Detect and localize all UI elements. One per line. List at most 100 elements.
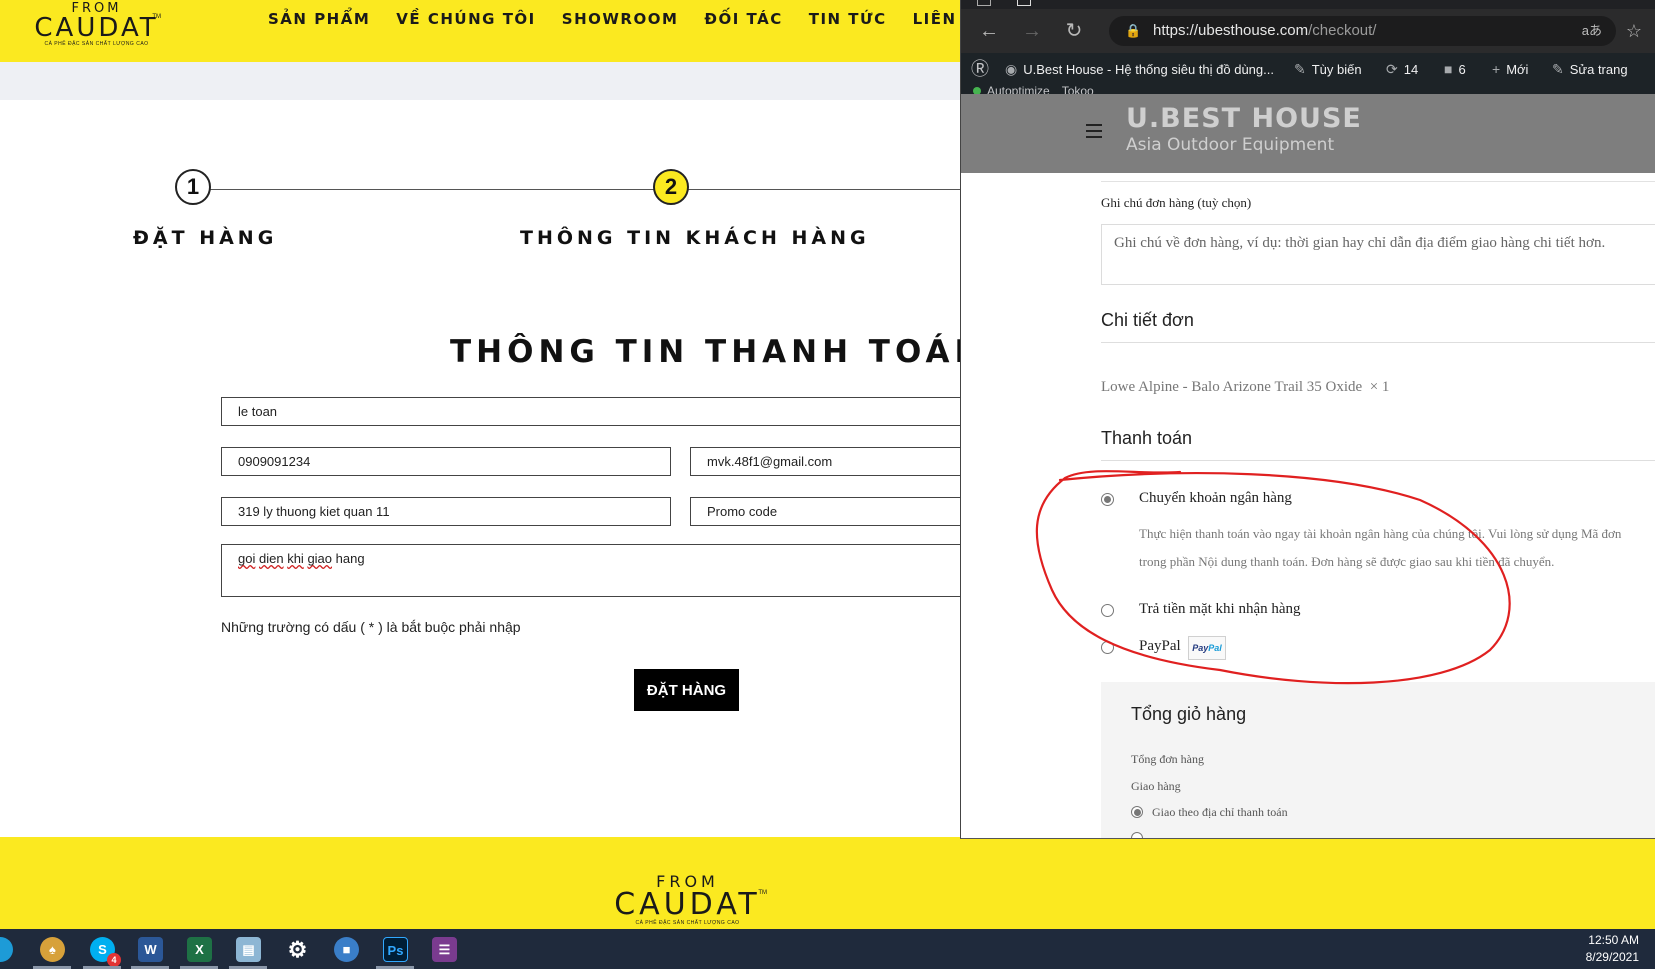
- skype-badge: 4: [107, 953, 121, 967]
- shipping-option-label[interactable]: Giao theo địa chỉ thanh toán: [1152, 805, 1288, 820]
- paypal-logo: PayPal: [1188, 636, 1226, 660]
- logo-tm: TM: [152, 14, 161, 20]
- taskbar: ♠ S4 W X ▤ ⚙ ■ Ps ☰ 12:50 AM 8/29/2021: [0, 929, 1655, 969]
- winrar-icon[interactable]: ☰: [432, 937, 457, 962]
- note-word-1: goi: [238, 551, 256, 566]
- promo-code-field[interactable]: Promo code: [690, 497, 980, 526]
- bank-desc-line-1: Thực hiện thanh toán vào ngay tài khoản …: [1139, 526, 1622, 541]
- nav-about[interactable]: VỀ CHÚNG TÔI: [383, 10, 548, 28]
- nav-products[interactable]: SẢN PHẨM: [268, 10, 383, 28]
- remote-icon[interactable]: ■: [334, 937, 359, 962]
- skype-icon[interactable]: S4: [90, 937, 121, 967]
- cod-radio[interactable]: [1101, 604, 1114, 617]
- pencil-icon: ✎: [1552, 61, 1564, 77]
- paint-icon[interactable]: ♠: [40, 937, 65, 962]
- page-banner: [0, 62, 960, 100]
- order-notes-label: Ghi chú đơn hàng (tuỳ chọn): [1101, 195, 1252, 210]
- caudat-logo[interactable]: FROM CAUDAT CÀ PHÊ ĐẶC SẢN CHẤT LƯỢNG CA…: [34, 2, 161, 47]
- divider: [1101, 460, 1655, 461]
- nav-showroom[interactable]: SHOWROOM: [549, 10, 692, 28]
- step-1-circle: 1: [175, 169, 211, 205]
- browser-toolbar: ← → ↻ 🔒 https://ubesthouse.com/checkout/ …: [961, 9, 1655, 53]
- nav-news[interactable]: TIN TỨC: [796, 10, 900, 28]
- step-progress-line: [196, 189, 960, 190]
- dashboard-icon: ◉: [1005, 61, 1018, 77]
- lock-icon[interactable]: 🔒: [1125, 16, 1141, 46]
- paypal-logo-b: Pal: [1208, 643, 1222, 653]
- read-aloud-icon[interactable]: aあ: [1582, 16, 1602, 46]
- wp-comments[interactable]: ■ 6: [1444, 53, 1466, 85]
- cod-label[interactable]: Trả tiền mặt khi nhận hàng: [1139, 601, 1301, 618]
- word-icon[interactable]: W: [138, 937, 163, 962]
- site-footer: FROM CAUDAT CÀ PHÊ ĐẶC SẢN CHẤT LƯỢNG CA…: [0, 837, 1655, 932]
- paypal-label[interactable]: PayPal: [1139, 638, 1181, 655]
- divider: [1101, 181, 1655, 182]
- shipping-option-radio[interactable]: [1131, 806, 1143, 818]
- subtotal-label: Tổng đơn hàng: [1131, 752, 1205, 766]
- forward-icon[interactable]: →: [1019, 18, 1045, 44]
- footer-logo-name: CAUDAT: [614, 887, 761, 922]
- email-field[interactable]: mvk.48f1@gmail.com: [690, 447, 980, 476]
- system-clock[interactable]: 12:50 AM 8/29/2021: [1586, 932, 1639, 966]
- address-bar[interactable]: 🔒 https://ubesthouse.com/checkout/ aあ: [1109, 16, 1616, 46]
- note-word-3: khi: [287, 551, 304, 566]
- phone-field[interactable]: 0909091234: [221, 447, 671, 476]
- order-item-qty: × 1: [1369, 379, 1390, 395]
- address-field[interactable]: 319 ly thuong kiet quan 11: [221, 497, 671, 526]
- wp-customize-label: Tùy biến: [1311, 62, 1362, 77]
- wp-new[interactable]: + Mới: [1492, 53, 1528, 85]
- wp-updates-count: 14: [1403, 62, 1419, 77]
- bank-transfer-description: Thực hiện thanh toán vào ngay tài khoản …: [1139, 520, 1655, 576]
- order-details-heading: Chi tiết đơn: [1101, 310, 1194, 330]
- ubest-logo[interactable]: U.BEST HOUSE Asia Outdoor Equipment: [1126, 104, 1362, 156]
- notepad-icon[interactable]: ▤: [236, 937, 261, 962]
- excel-icon[interactable]: X: [187, 937, 212, 962]
- brush-icon: ✎: [1294, 61, 1306, 77]
- divider: [1101, 342, 1655, 343]
- plus-icon: +: [1492, 61, 1501, 77]
- wp-updates[interactable]: ⟳ 14: [1386, 53, 1418, 85]
- favorites-icon[interactable]: ☆: [1621, 18, 1647, 44]
- clock-time: 12:50 AM: [1588, 933, 1639, 947]
- step-1-label: ĐẶT HÀNG: [133, 227, 278, 249]
- nav-partners[interactable]: ĐỐI TÁC: [691, 10, 795, 28]
- footer-logo[interactable]: FROM CAUDAT CÀ PHÊ ĐẶC SẢN CHẤT LƯỢNG CA…: [610, 874, 767, 927]
- bank-desc-line-2: trong phần Nội dung thanh toán. Đơn hàng…: [1139, 554, 1555, 569]
- bank-transfer-label[interactable]: Chuyển khoản ngân hàng: [1139, 490, 1292, 507]
- bank-transfer-radio[interactable]: [1101, 493, 1114, 506]
- wp-new-label: Mới: [1506, 62, 1529, 77]
- place-order-button[interactable]: ĐẶT HÀNG: [634, 669, 739, 711]
- cart-totals: Tổng giỏ hàng Tổng đơn hàng Giao hàng Gi…: [1101, 682, 1655, 838]
- main-nav: SẢN PHẨM VỀ CHÚNG TÔI SHOWROOM ĐỐI TÁC T…: [268, 10, 1002, 28]
- cart-totals-heading: Tổng giỏ hàng: [1131, 704, 1247, 724]
- order-note-field[interactable]: goi dien khi giao hang: [221, 544, 981, 597]
- wp-admin-bar: Ⓡ ◉ U.Best House - Hệ thống siêu thị đồ d…: [961, 53, 1655, 85]
- menu-icon[interactable]: [1086, 124, 1102, 142]
- screen: FROM CAUDAT CÀ PHÊ ĐẶC SẢN CHẤT LƯỢNG CA…: [0, 0, 1655, 969]
- footer-logo-tm: TM: [758, 890, 767, 896]
- tab-2[interactable]: [1017, 0, 1031, 6]
- shipping-option-2-radio[interactable]: [1131, 832, 1143, 838]
- wordpress-icon[interactable]: Ⓡ: [971, 53, 995, 85]
- wp-edit-label: Sửa trang: [1569, 62, 1628, 77]
- clock-date: 8/29/2021: [1585, 950, 1639, 964]
- order-notes-textarea[interactable]: Ghi chú về đơn hàng, ví dụ: thời gian ha…: [1101, 224, 1655, 285]
- paypal-radio[interactable]: [1101, 641, 1114, 654]
- back-icon[interactable]: ←: [976, 18, 1002, 44]
- wp-customize[interactable]: ✎ Tùy biến: [1294, 53, 1362, 85]
- settings-icon[interactable]: ⚙: [285, 937, 310, 962]
- logo-tagline: CÀ PHÊ ĐẶC SẢN CHẤT LƯỢNG CAO: [44, 41, 149, 47]
- name-field[interactable]: le toan: [221, 397, 981, 426]
- start-icon[interactable]: [0, 937, 13, 962]
- paypal-logo-a: Pay: [1192, 643, 1209, 653]
- wp-site-title: U.Best House - Hệ thống siêu thị đồ dùng…: [1023, 62, 1274, 77]
- url-host: https://ubesthouse.com: [1153, 22, 1309, 39]
- wp-edit-page[interactable]: ✎ Sửa trang: [1552, 53, 1628, 85]
- wp-site-link[interactable]: ◉ U.Best House - Hệ thống siêu thị đồ dùn…: [1005, 53, 1274, 85]
- tab-1[interactable]: [977, 0, 991, 6]
- note-word-5: hang: [332, 551, 365, 566]
- note-word-4: giao: [307, 551, 333, 566]
- photoshop-icon[interactable]: Ps: [383, 937, 408, 962]
- reload-icon[interactable]: ↻: [1061, 18, 1087, 44]
- ubest-logo-tagline: Asia Outdoor Equipment: [1126, 135, 1335, 155]
